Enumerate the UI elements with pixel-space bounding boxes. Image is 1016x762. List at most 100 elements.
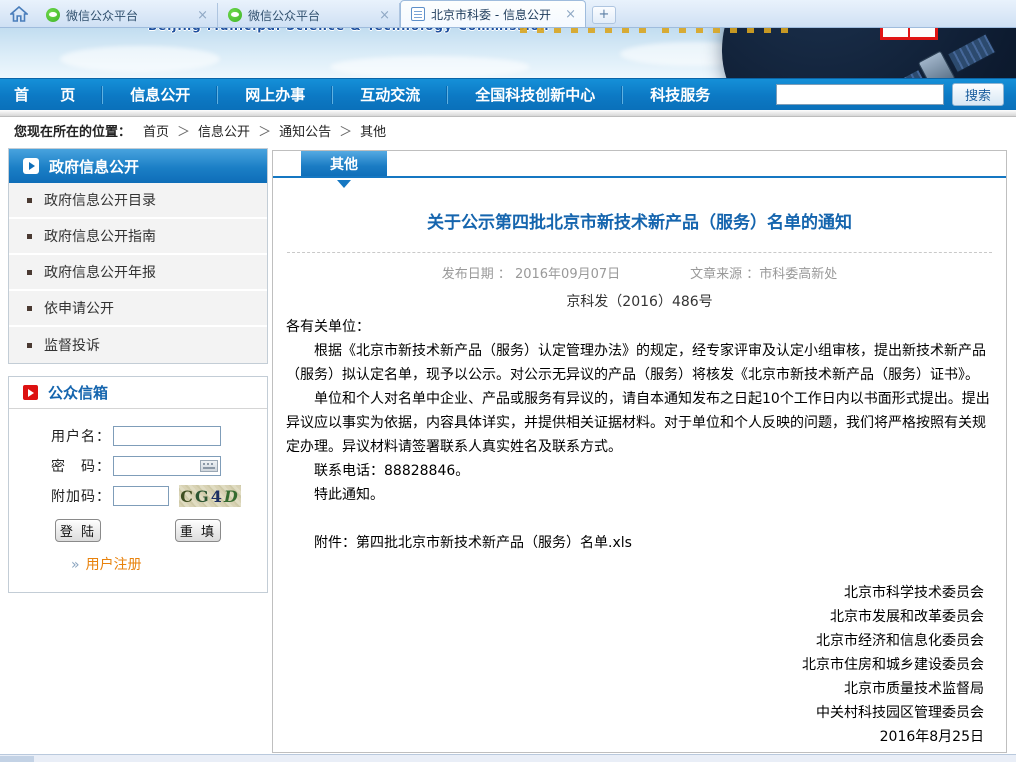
captcha-char: G	[195, 487, 211, 506]
article-meta: 发布日期 ： 2016年09月07日 文章来源 ：市科委高新处	[273, 263, 1006, 281]
article-title: 关于公示第四批北京市新技术新产品（服务）名单的通知	[273, 208, 1006, 232]
home-icon	[10, 6, 28, 22]
sidebar-item-annual-report[interactable]: 政府信息公开年报	[9, 255, 267, 291]
signature: 北京市科学技术委员会	[273, 581, 984, 605]
register-label: 用户注册	[86, 557, 142, 573]
dashed-divider	[287, 252, 992, 253]
mailbox-title: 公众信箱	[48, 382, 108, 403]
captcha-row: 附加码： CG4D	[51, 483, 267, 509]
sidebar-item-label: 政府信息公开年报	[44, 262, 156, 282]
reset-button[interactable]: 重 填	[175, 519, 221, 542]
gold-text-decor	[520, 28, 650, 33]
bullet-icon	[27, 234, 32, 239]
tab-title: 北京市科委 - 信息公开	[431, 6, 562, 23]
chevron-icon: »	[71, 557, 80, 573]
sidebar-item-complaints[interactable]: 监督投诉	[9, 327, 267, 363]
article-body: 各有关单位： 根据《北京市新技术新产品（服务）认定管理办法》的规定，经专家评审及…	[273, 315, 1006, 555]
publish-date-label: 发布日期 ：	[442, 267, 511, 282]
breadcrumb-notices[interactable]: 通知公告	[279, 121, 331, 140]
password-label: 密 码：	[51, 456, 113, 476]
nav-search: 搜索	[776, 83, 1016, 106]
search-button[interactable]: 搜索	[952, 83, 1004, 106]
username-field[interactable]	[113, 426, 221, 446]
gov-info-title: 政府信息公开	[49, 156, 139, 177]
content-tab-bar: 其他	[273, 151, 1006, 178]
nav-item-home[interactable]: 首 页	[0, 86, 102, 104]
login-button[interactable]: 登 陆	[55, 519, 101, 542]
password-row: 密 码：	[51, 453, 267, 479]
captcha-char: 4	[211, 487, 224, 506]
captcha-label: 附加码：	[51, 486, 113, 506]
screen: 微信公众平台 × 微信公众平台 × 北京市科委 - 信息公开 × + Beiji…	[0, 0, 1016, 762]
sidebar-item-label: 监督投诉	[44, 335, 100, 355]
mailbox-header: 公众信箱	[9, 377, 267, 409]
divider-strip	[0, 110, 1016, 117]
tab-title: 微信公众平台	[248, 7, 376, 24]
close-icon[interactable]: ×	[562, 7, 579, 22]
gold-text-decor	[662, 28, 790, 33]
horizontal-scrollbar[interactable]	[0, 754, 1016, 762]
bullet-icon	[27, 306, 32, 311]
nav-item-info-disclosure[interactable]: 信息公开	[102, 86, 217, 104]
close-icon[interactable]: ×	[376, 8, 393, 23]
browser-tab-wechat-1[interactable]: 微信公众平台 ×	[36, 3, 218, 27]
signature-date: 2016年8月25日	[273, 725, 984, 749]
captcha-char: D	[224, 487, 240, 506]
username-row: 用户名：	[51, 423, 267, 449]
site-logo-text: Beijing Municipal Science & Technology C…	[148, 28, 549, 33]
breadcrumb-home[interactable]: 首页	[143, 121, 169, 140]
signature: 北京市住房和城乡建设委员会	[273, 653, 984, 677]
home-button[interactable]	[4, 2, 34, 26]
nav-item-tech-services[interactable]: 科技服务	[622, 86, 737, 104]
sidebar-item-guide[interactable]: 政府信息公开指南	[9, 219, 267, 255]
captcha-image[interactable]: CG4D	[179, 485, 241, 507]
sidebar-item-label: 政府信息公开指南	[44, 226, 156, 246]
mailbox-box: 公众信箱 用户名： 密 码： 附加码：	[8, 376, 268, 593]
breadcrumb-other[interactable]: 其他	[360, 121, 386, 140]
sidebar-item-application[interactable]: 依申请公开	[9, 291, 267, 327]
keyboard-icon[interactable]	[200, 460, 218, 472]
source-value: 市科委高新处	[759, 267, 837, 282]
breadcrumb-separator: ＞	[258, 121, 271, 140]
browser-tab-active[interactable]: 北京市科委 - 信息公开 ×	[400, 0, 586, 27]
captcha-field[interactable]	[113, 486, 169, 506]
arrow-icon	[23, 158, 39, 174]
doc-number: 京科发（2016）486号	[273, 291, 1006, 309]
search-input[interactable]	[776, 84, 944, 105]
banner-widget[interactable]	[880, 28, 938, 40]
bullet-icon	[27, 270, 32, 275]
nav-item-online-services[interactable]: 网上办事	[217, 86, 332, 104]
signature: 北京市质量技术监督局	[273, 677, 984, 701]
mailbox-buttons: 登 陆 重 填	[55, 519, 221, 542]
cloud-decor	[60, 46, 220, 72]
contact-phone: 联系电话：88828846。	[286, 459, 993, 483]
scrollbar-thumb[interactable]	[0, 756, 34, 762]
sidebar-item-catalog[interactable]: 政府信息公开目录	[9, 183, 267, 219]
tab-other[interactable]: 其他	[301, 151, 387, 176]
paragraph: 单位和个人对名单中企业、产品或服务有异议的，请自本通知发布之日起10个工作日内以…	[286, 387, 993, 459]
page-body: 政府信息公开 政府信息公开目录 政府信息公开指南 政府信息公开年报 依申请公开	[0, 143, 1016, 754]
new-tab-button[interactable]: +	[592, 6, 616, 24]
mailbox-form: 用户名： 密 码： 附加码： CG4D	[9, 409, 267, 592]
gov-info-header: 政府信息公开	[9, 149, 267, 183]
close-icon[interactable]: ×	[194, 8, 211, 23]
signature: 北京市经济和信息化委员会	[273, 629, 984, 653]
paragraph: 根据《北京市新技术新产品（服务）认定管理办法》的规定，经专家评审及认定小组审核，…	[286, 339, 993, 387]
nav-item-innovation-center[interactable]: 全国科技创新中心	[447, 86, 622, 104]
register-link[interactable]: » 用户注册	[71, 554, 267, 574]
notice-line: 特此通知。	[286, 483, 993, 507]
arrow-icon	[23, 385, 38, 400]
bullet-icon	[27, 198, 32, 203]
nav-item-interaction[interactable]: 互动交流	[332, 86, 447, 104]
attachment-link[interactable]: 附件：第四批北京市新技术新产品（服务）名单.xls	[286, 531, 993, 555]
captcha-char: C	[180, 487, 195, 506]
tab-arrow-icon	[337, 180, 351, 195]
signature-block: 北京市科学技术委员会 北京市发展和改革委员会 北京市经济和信息化委员会 北京市住…	[273, 581, 1006, 749]
breadcrumb-info[interactable]: 信息公开	[198, 121, 250, 140]
username-label: 用户名：	[51, 426, 113, 446]
browser-tab-wechat-2[interactable]: 微信公众平台 ×	[218, 3, 400, 27]
site-banner: Beijing Municipal Science & Technology C…	[0, 28, 1016, 78]
wechat-icon	[46, 8, 60, 22]
tab-title: 微信公众平台	[66, 7, 194, 24]
publish-date: 发布日期 ： 2016年09月07日	[442, 263, 620, 281]
